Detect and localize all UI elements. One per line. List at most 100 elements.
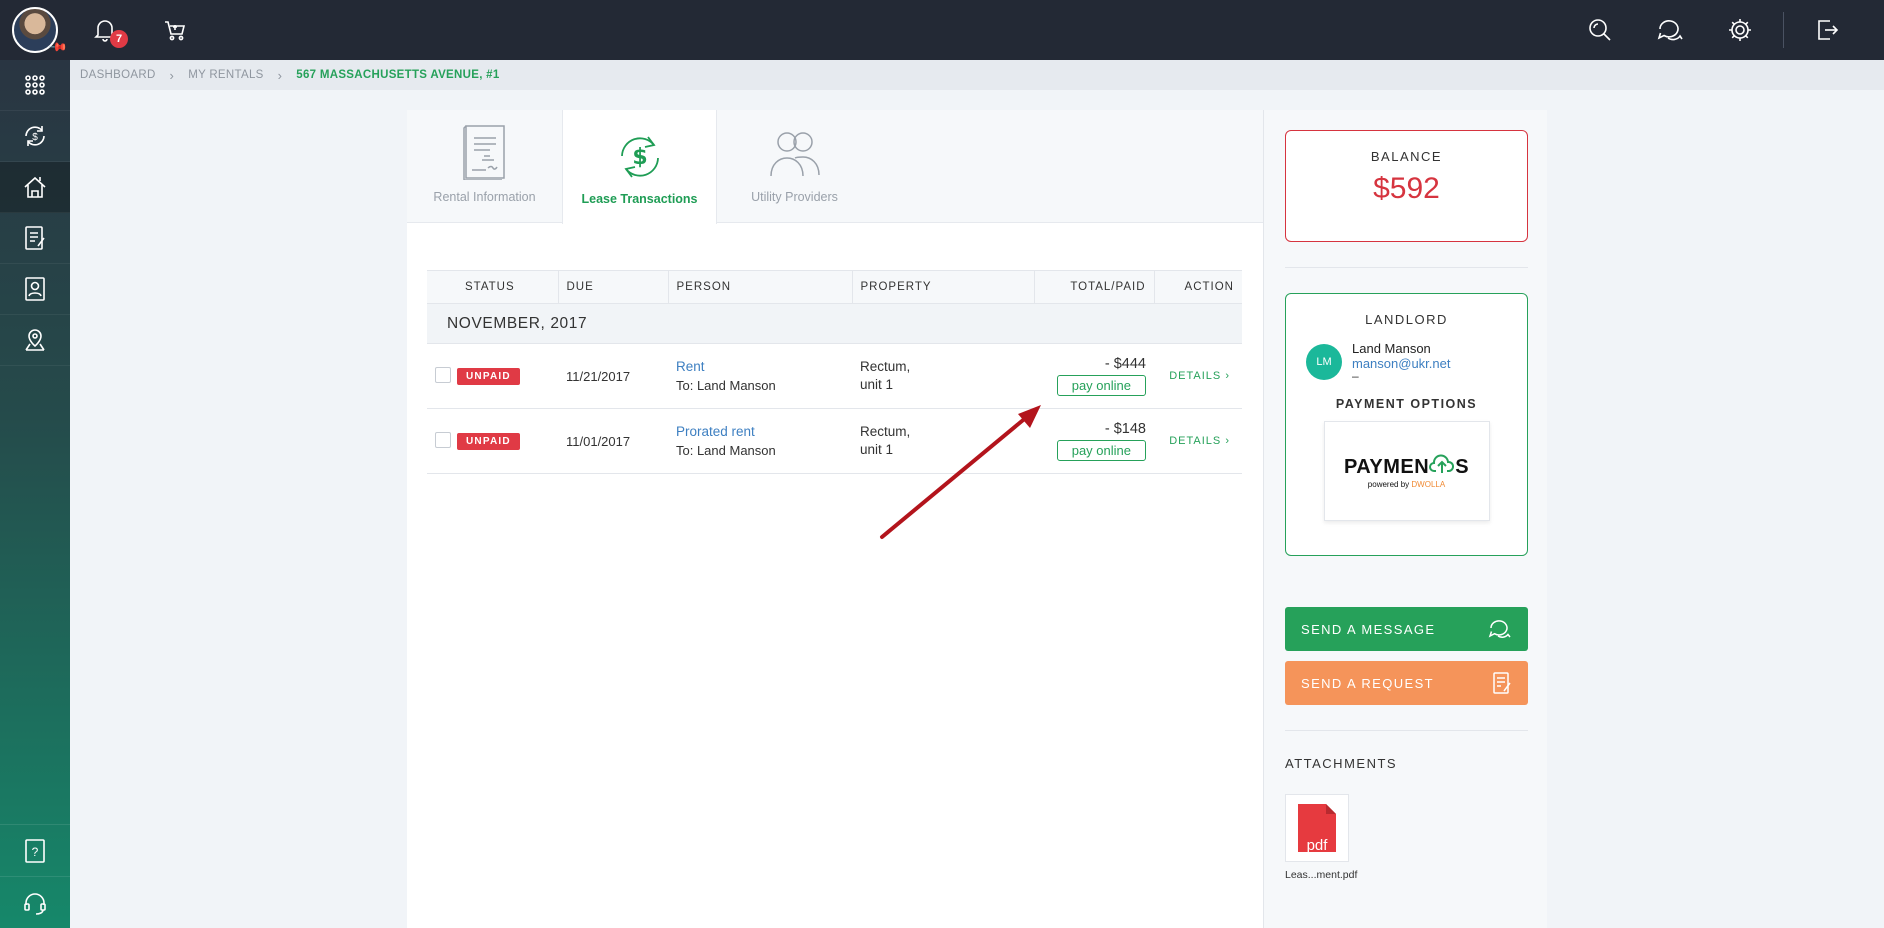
cloud-upload-icon xyxy=(1429,454,1455,473)
chat-button[interactable] xyxy=(1635,0,1705,60)
powered-by-text: powered by xyxy=(1367,480,1410,489)
attachment-file[interactable]: pdf xyxy=(1285,794,1349,862)
sidebar-item-documents[interactable] xyxy=(0,213,70,264)
main-content: Rental Information $ Lease Transactions … xyxy=(407,110,1263,928)
contact-card-icon xyxy=(25,277,45,301)
property-cell: Rectum, unit 1 xyxy=(852,343,1034,409)
sidebar-item-help[interactable]: ? xyxy=(0,824,70,876)
money-cycle-icon: $ xyxy=(25,126,45,146)
total-amount: - $148 xyxy=(1104,421,1146,437)
sidebar-item-rentals[interactable] xyxy=(0,162,70,213)
property-name: Rectum, xyxy=(860,359,911,374)
cart-button[interactable] xyxy=(140,0,210,60)
due-date: 11/21/2017 xyxy=(558,343,668,409)
total-cell: - $148 pay online xyxy=(1034,408,1154,474)
chat-icon xyxy=(1657,20,1683,41)
sidebar-item-transactions[interactable]: $ xyxy=(0,111,70,162)
house-icon xyxy=(24,176,46,198)
transaction-recipient: To: Land Manson xyxy=(676,378,776,393)
tab-lease-transactions[interactable]: $ Lease Transactions xyxy=(562,110,717,224)
payments-logo: PAYMEN S xyxy=(1344,453,1469,479)
svg-text:?: ? xyxy=(32,845,39,859)
transactions-table: STATUS DUE PERSON PROPERTY TOTAL/PAID AC… xyxy=(427,270,1242,474)
sidebar-bottom: ? xyxy=(0,824,70,928)
document-edit-icon xyxy=(25,226,45,250)
status-badge: UNPAID xyxy=(457,368,520,385)
breadcrumb-dashboard[interactable]: DASHBOARD xyxy=(80,69,156,81)
tab-bar: Rental Information $ Lease Transactions … xyxy=(407,110,1263,224)
landlord-card: LANDLORD LM Land Manson manson@ukr.net –… xyxy=(1285,293,1528,556)
status-badge: UNPAID xyxy=(457,433,520,450)
sidebar-item-support[interactable] xyxy=(0,876,70,928)
top-bar-right xyxy=(1565,0,1884,60)
header-person: PERSON xyxy=(668,270,853,304)
balance-label: BALANCE xyxy=(1370,149,1443,164)
person-cell: Prorated rent To: Land Manson xyxy=(668,408,852,474)
cart-icon xyxy=(165,21,186,41)
table-row: UNPAID 11/21/2017 Rent To: Land Manson R… xyxy=(427,343,1242,409)
status-cell: UNPAID xyxy=(457,343,558,409)
dwolla-brand: DWOLLA xyxy=(1411,480,1446,489)
tab-label: Utility Providers xyxy=(751,190,838,204)
sidebar-item-apps[interactable] xyxy=(0,60,70,111)
tab-label: Lease Transactions xyxy=(581,192,698,206)
breadcrumb-my-rentals[interactable]: MY RENTALS xyxy=(188,69,263,81)
search-icon xyxy=(1589,19,1611,41)
status-cell: UNPAID xyxy=(457,408,558,474)
balance-value: $592 xyxy=(1373,172,1440,205)
sidebar: 📌 $ ? xyxy=(0,0,70,928)
header-due: DUE xyxy=(558,270,669,304)
transaction-link[interactable]: Rent xyxy=(676,359,852,374)
table-header-row: STATUS DUE PERSON PROPERTY TOTAL/PAID AC… xyxy=(427,270,1242,304)
breadcrumb-current: 567 MASSACHUSETTS AVENUE, #1 xyxy=(296,69,500,81)
tab-rental-information[interactable]: Rental Information xyxy=(407,110,562,222)
attachment-type: pdf xyxy=(1306,837,1328,854)
chat-icon xyxy=(1488,620,1511,638)
pay-online-button[interactable]: pay online xyxy=(1056,375,1146,396)
landlord-info: LM Land Manson manson@ukr.net – xyxy=(1306,341,1527,383)
total-cell: - $444 pay online xyxy=(1034,343,1154,409)
due-date: 11/01/2017 xyxy=(558,408,668,474)
settings-button[interactable] xyxy=(1705,0,1775,60)
search-button[interactable] xyxy=(1565,0,1635,60)
landlord-phone: – xyxy=(1352,369,1359,383)
divider xyxy=(1285,730,1528,731)
landlord-email[interactable]: manson@ukr.net xyxy=(1352,356,1450,371)
document-edit-icon xyxy=(1493,672,1511,694)
landlord-name: Land Manson xyxy=(1352,341,1431,356)
sidebar-item-contacts[interactable] xyxy=(0,264,70,315)
details-link[interactable]: DETAILS › xyxy=(1154,408,1242,474)
property-unit: unit 1 xyxy=(860,377,894,392)
top-bar: 7 xyxy=(70,0,1884,60)
people-icon xyxy=(769,132,820,177)
landlord-title: LANDLORD xyxy=(1365,312,1448,327)
send-request-button[interactable]: SEND A REQUEST xyxy=(1285,661,1528,705)
table-row: UNPAID 11/01/2017 Prorated rent To: Land… xyxy=(427,408,1242,474)
details-link[interactable]: DETAILS › xyxy=(1154,343,1242,409)
payment-option-card[interactable]: PAYMEN S powered by DWOLLA xyxy=(1323,421,1490,521)
total-amount: - $444 xyxy=(1104,356,1146,372)
notifications-button[interactable]: 7 xyxy=(70,0,140,60)
property-unit: unit 1 xyxy=(860,442,894,457)
row-checkbox[interactable] xyxy=(435,431,451,448)
payments-powered-by: powered by DWOLLA xyxy=(1368,480,1445,489)
month-label: NOVEMBER, 2017 xyxy=(427,303,1242,344)
sidebar-item-map[interactable] xyxy=(0,315,70,366)
pay-online-button[interactable]: pay online xyxy=(1056,440,1146,461)
send-request-label: SEND A REQUEST xyxy=(1301,675,1435,691)
logout-button[interactable] xyxy=(1792,0,1862,60)
breadcrumb-chevron-icon: › xyxy=(169,67,175,83)
right-panel: BALANCE $592 LANDLORD LM Land Manson man… xyxy=(1263,110,1547,928)
send-message-label: SEND A MESSAGE xyxy=(1301,621,1436,637)
headset-icon xyxy=(24,892,46,915)
tab-utility-providers[interactable]: Utility Providers xyxy=(717,110,872,222)
sidebar-profile[interactable]: 📌 xyxy=(0,0,70,60)
send-message-button[interactable]: SEND A MESSAGE xyxy=(1285,607,1528,651)
attachments-title: ATTACHMENTS xyxy=(1285,756,1398,771)
payment-options-title: PAYMENT OPTIONS xyxy=(1335,397,1478,411)
top-bar-divider xyxy=(1783,12,1784,48)
grid-icon xyxy=(25,75,45,95)
transaction-link[interactable]: Prorated rent xyxy=(676,424,852,439)
row-checkbox[interactable] xyxy=(435,366,451,383)
tab-label: Rental Information xyxy=(433,190,536,204)
